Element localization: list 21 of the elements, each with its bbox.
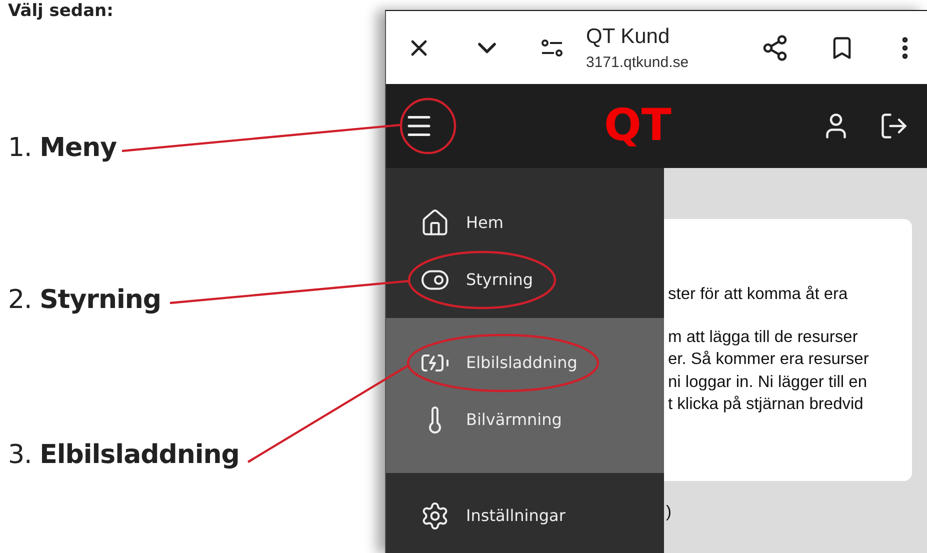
card-text: ster för att komma åt era	[668, 284, 849, 305]
share-icon[interactable]	[761, 34, 789, 62]
home-icon	[420, 208, 450, 238]
page-text: )	[666, 503, 672, 522]
callout-label: 2. Styrning	[8, 284, 162, 317]
menu-item[interactable]: Inställningar	[386, 487, 664, 544]
menu-item[interactable]: Styrning	[386, 251, 664, 308]
menu-item[interactable]: Bilvärmning	[386, 391, 664, 448]
page-url: 3171.qtkund.se	[586, 54, 689, 70]
highlight-ellipse	[400, 98, 456, 154]
menu-item[interactable]: Elbilsladdning	[386, 334, 664, 391]
card-text: m att lägga till de resurser er. Så kommer era resurser ni loggar in. Ni lägger till en t klicka på stjärnan bredvid	[668, 326, 870, 415]
callout-label: 3. Elbilsladdning	[8, 439, 240, 472]
page-title: QT Kund	[586, 24, 670, 48]
settings-icon	[420, 500, 450, 530]
callout-label: 1. Meny	[8, 132, 117, 165]
tune-icon[interactable]	[540, 38, 564, 56]
menu-item[interactable]: Hem	[386, 194, 664, 251]
logo: QT	[603, 99, 672, 153]
heading: Välj sedan:	[8, 0, 114, 22]
logout-icon[interactable]	[879, 111, 909, 141]
